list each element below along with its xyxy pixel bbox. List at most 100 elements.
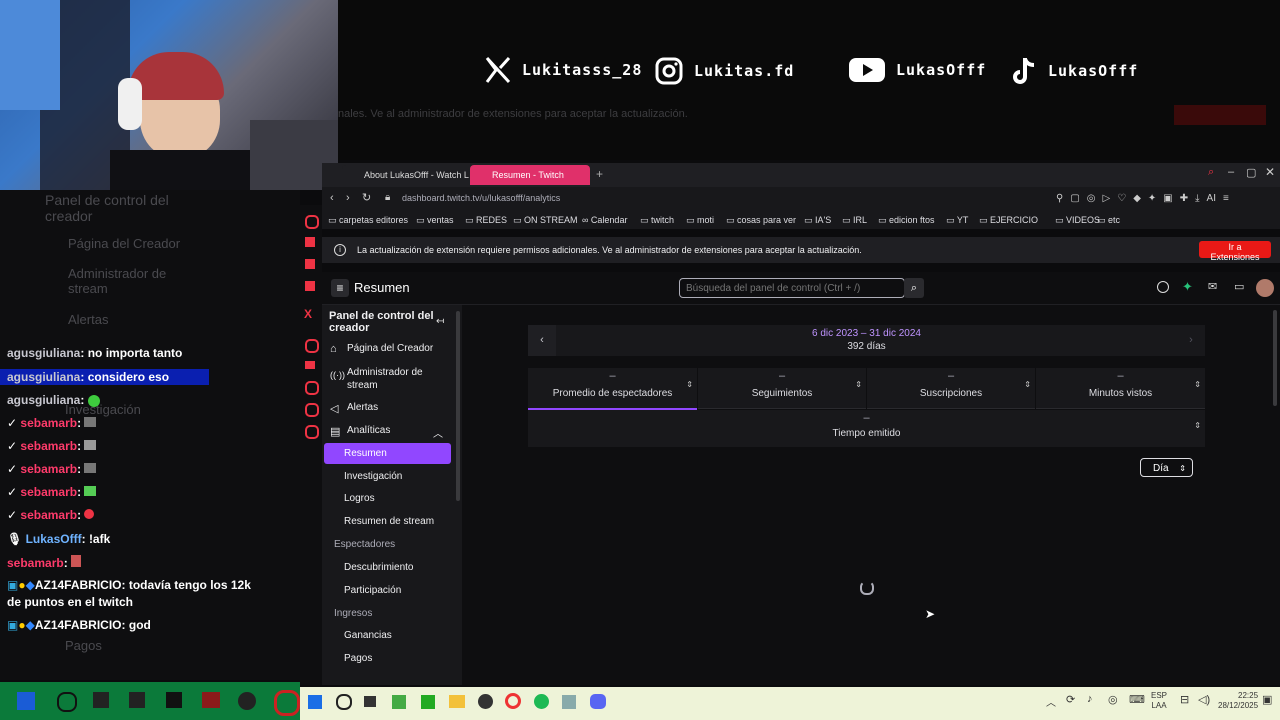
taskview-icon[interactable]: [364, 696, 376, 707]
sidebar-item-stream-manager[interactable]: ((·)) Administrador de stream: [322, 366, 452, 392]
sidebar-sub-earnings[interactable]: Ganancias: [344, 630, 392, 641]
reload-icon[interactable]: ↻: [362, 191, 371, 204]
gamepad-icon[interactable]: [305, 361, 315, 369]
menu-icon[interactable]: ≡: [1223, 193, 1229, 205]
bookmark-item[interactable]: ▭ edicion ftos: [878, 211, 935, 229]
sidebar-sub-stream-summary[interactable]: Resumen de stream: [344, 516, 434, 527]
url-text[interactable]: dashboard.twitch.tv/u/lukasofff/analytic…: [402, 193, 560, 203]
shield-icon[interactable]: ◎: [1108, 693, 1118, 706]
screenshot-icon[interactable]: ▢: [1070, 193, 1079, 205]
folder-icon[interactable]: [449, 695, 465, 708]
bookmark-item[interactable]: ▭ cosas para ver: [726, 211, 796, 229]
app-icon[interactable]: [562, 695, 576, 709]
puzzle-icon[interactable]: ✚: [1180, 193, 1188, 205]
shield-icon[interactable]: ◎: [1087, 193, 1096, 205]
sidebar-sub-achievements[interactable]: Logros: [344, 493, 375, 504]
sidebar-sub-discovery[interactable]: Descubrimiento: [344, 562, 413, 573]
chat-icon[interactable]: [305, 259, 315, 269]
metric-time-streamed[interactable]: – Tiempo emitido ⇕: [528, 410, 1205, 448]
forward-icon[interactable]: ›: [346, 192, 350, 204]
ai-icon[interactable]: AI: [1207, 193, 1216, 205]
help-icon[interactable]: [1157, 281, 1169, 293]
clock-icon[interactable]: [305, 381, 319, 395]
start-icon[interactable]: [308, 695, 322, 709]
tab-resumen[interactable]: Resumen - Twitch: [470, 165, 590, 185]
maximize-button[interactable]: ▢: [1246, 166, 1256, 179]
mic-icon[interactable]: ♪: [1087, 693, 1093, 705]
bookmark-item[interactable]: ▭ IA'S: [804, 211, 831, 229]
whispers-icon[interactable]: ▭: [1234, 280, 1244, 293]
app-icon[interactable]: [392, 695, 406, 709]
new-tab-button[interactable]: +: [596, 167, 603, 181]
sidebar-sub-payouts[interactable]: Pagos: [344, 653, 372, 664]
next-range-button[interactable]: ›: [1177, 325, 1205, 356]
bookmark-item[interactable]: ▭ etc: [1097, 211, 1120, 229]
metric-minutes-watched[interactable]: – Minutos vistos ⇕: [1036, 368, 1205, 409]
play-icon[interactable]: ▷: [1103, 193, 1111, 205]
bookmark-item[interactable]: ▭ VIDEOS: [1055, 211, 1100, 229]
leaf-icon[interactable]: ✦: [1148, 193, 1156, 205]
granularity-select[interactable]: Día ⇕: [1140, 458, 1193, 477]
sort-icon: ⇕: [1194, 380, 1201, 389]
bookmark-item[interactable]: ▭ ON STREAM: [513, 211, 578, 229]
x-icon[interactable]: X: [304, 307, 312, 321]
menu-icon[interactable]: ≡: [331, 279, 349, 297]
network-icon[interactable]: ⊟: [1180, 693, 1189, 706]
app-icon[interactable]: [478, 694, 493, 709]
twitch-icon[interactable]: [305, 281, 315, 291]
inbox-icon[interactable]: ✉: [1208, 280, 1217, 293]
app-icon: [166, 692, 182, 708]
opera-icon[interactable]: [505, 693, 521, 709]
main-scrollbar[interactable]: [1273, 310, 1277, 406]
heart-icon[interactable]: ♡: [1117, 193, 1126, 205]
sparkle-icon[interactable]: ✦: [1182, 279, 1193, 295]
tab-about[interactable]: About LukasOfff - Watch L: [342, 165, 482, 185]
tray-icon[interactable]: ⟳: [1066, 693, 1075, 706]
extension-icon[interactable]: ◆: [1133, 193, 1141, 205]
go-extensions-button[interactable]: Ir a Extensiones: [1199, 241, 1271, 262]
spotify-icon[interactable]: [534, 694, 549, 709]
sidebar-sub-engagement[interactable]: Participación: [344, 585, 401, 596]
keyboard-icon[interactable]: ⌨: [1129, 693, 1145, 706]
minimize-button[interactable]: –: [1228, 166, 1234, 178]
date-range[interactable]: 6 dic 2023 – 31 dic 2024: [528, 328, 1205, 339]
notification-icon[interactable]: ▣: [1262, 693, 1272, 706]
history-icon[interactable]: [305, 215, 319, 229]
bookmark-item[interactable]: ▭ YT: [946, 211, 968, 229]
pin-icon[interactable]: ⚲: [1056, 193, 1063, 205]
lock-icon[interactable]: ▣: [1163, 193, 1172, 205]
chevron-up-icon[interactable]: ︿: [1046, 694, 1056, 709]
sidebar-sub-resumen[interactable]: Resumen: [344, 448, 387, 459]
bookmark-item[interactable]: ▭ ventas: [416, 211, 454, 229]
settings-icon[interactable]: [305, 425, 319, 439]
refresh-icon[interactable]: [305, 403, 319, 417]
play-icon[interactable]: [305, 339, 319, 353]
metric-subscriptions[interactable]: – Suscripciones ⇕: [867, 368, 1035, 409]
clock[interactable]: 22:25 28/12/2025: [1218, 691, 1258, 711]
volume-icon[interactable]: ◁): [1198, 693, 1210, 706]
bookmark-icon[interactable]: [305, 237, 315, 247]
back-icon[interactable]: ‹: [330, 192, 334, 204]
sidebar-scrollbar[interactable]: [456, 311, 460, 501]
collapse-icon[interactable]: ↤: [436, 316, 444, 327]
bookmark-item[interactable]: ▭ moti: [686, 211, 714, 229]
search-icon[interactable]: [336, 694, 352, 710]
download-icon[interactable]: ⤓: [1195, 193, 1199, 205]
bookmark-item[interactable]: ∞ Calendar: [582, 211, 627, 229]
search-button[interactable]: ⌕: [904, 278, 924, 298]
bookmark-item[interactable]: ▭ IRL: [842, 211, 867, 229]
bookmark-item[interactable]: ▭ twitch: [640, 211, 674, 229]
bookmark-item[interactable]: ▭ EJERCICIO: [979, 211, 1038, 229]
language-indicator[interactable]: ESP LAA: [1151, 691, 1167, 711]
bookmark-item[interactable]: ▭ REDES: [465, 211, 507, 229]
metric-avg-viewers[interactable]: – Promedio de espectadores ⇕: [528, 368, 697, 410]
discord-icon[interactable]: [590, 694, 606, 709]
avatar[interactable]: [1256, 279, 1274, 297]
metric-follows[interactable]: – Seguimientos ⇕: [698, 368, 866, 409]
bookmark-item[interactable]: ▭ carpetas editores: [328, 211, 408, 229]
dashboard-search-input[interactable]: [679, 278, 905, 298]
minecraft-icon[interactable]: [421, 695, 435, 709]
close-button[interactable]: ✕: [1265, 165, 1275, 179]
search-icon[interactable]: ⌕: [1208, 166, 1214, 179]
sidebar-sub-investigation[interactable]: Investigación: [344, 471, 402, 482]
